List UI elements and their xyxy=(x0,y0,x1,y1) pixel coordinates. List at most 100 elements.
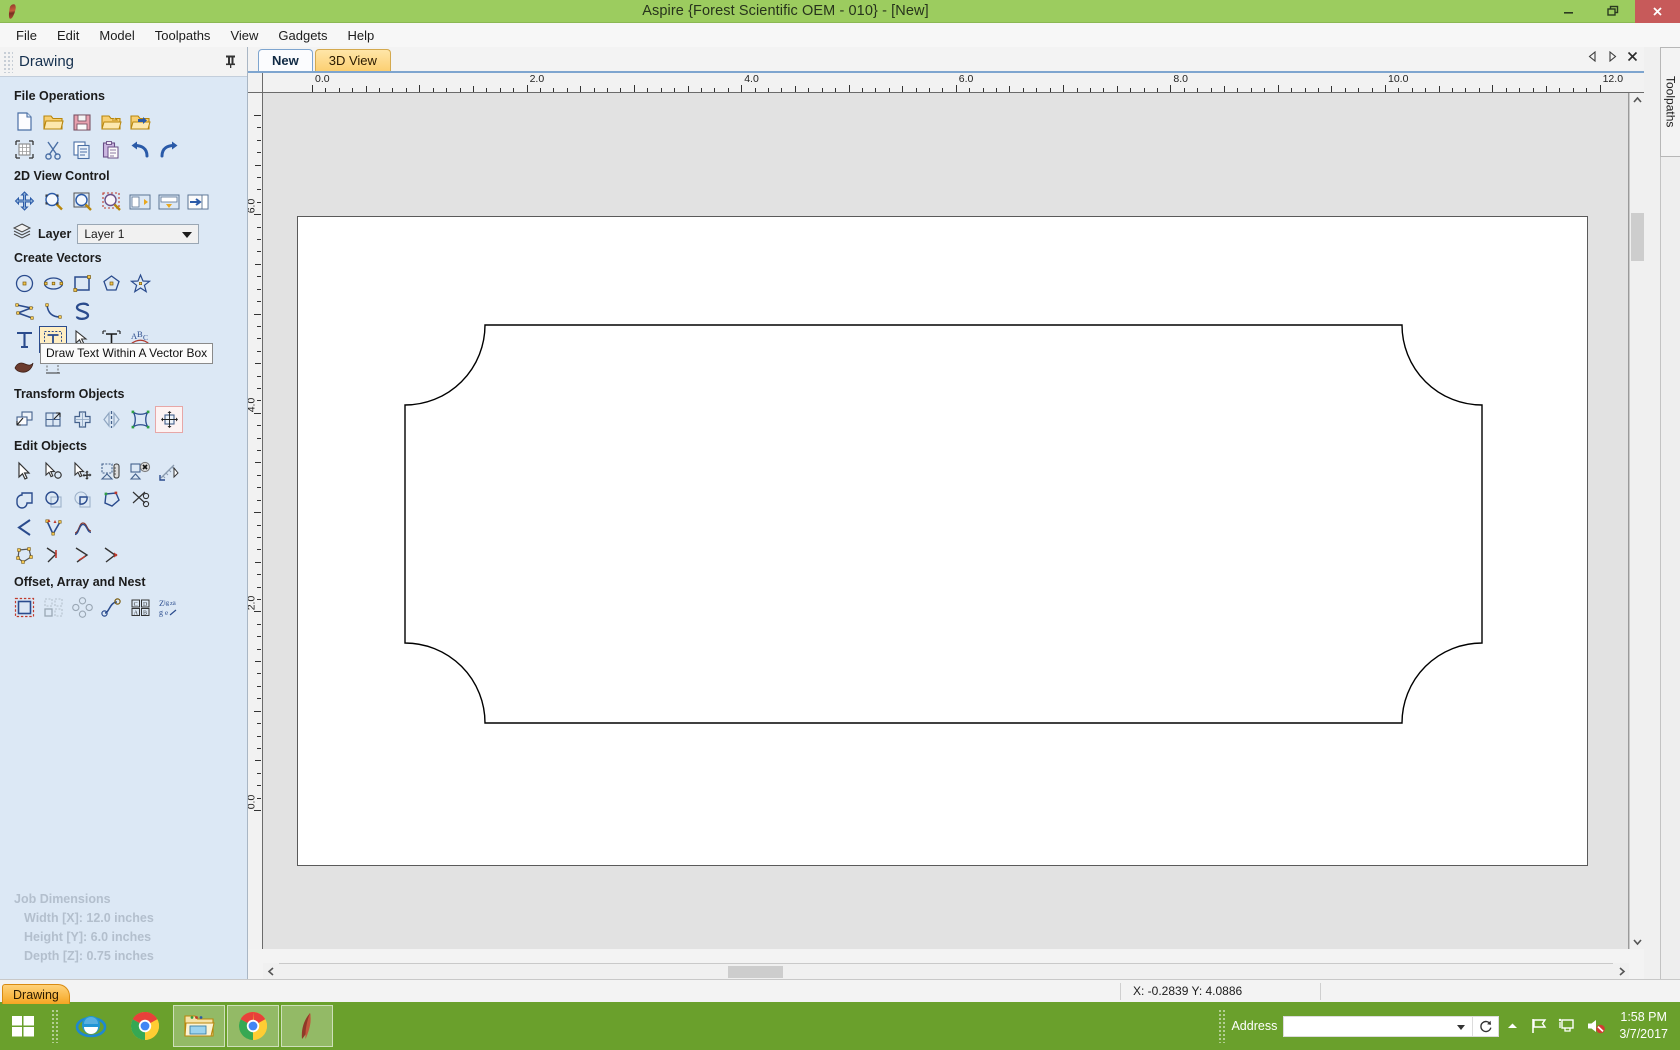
job-setup-icon[interactable] xyxy=(10,136,38,163)
scroll-down-icon[interactable] xyxy=(1630,934,1645,949)
layer-select[interactable]: Layer 1 xyxy=(77,223,200,244)
chrome-icon[interactable] xyxy=(119,1005,171,1047)
draw-curve-icon[interactable] xyxy=(39,298,67,325)
weld-icon[interactable] xyxy=(10,486,38,513)
rotate-objects-icon[interactable] xyxy=(68,406,96,433)
toggle-bottom-panel-icon[interactable] xyxy=(155,188,183,215)
toggle-right-panel-icon[interactable] xyxy=(184,188,212,215)
distort-objects-icon[interactable] xyxy=(126,406,154,433)
fillet-corner-icon[interactable] xyxy=(10,514,38,541)
view-tab-3d-view[interactable]: 3D View xyxy=(314,49,391,71)
menu-item-gadgets[interactable]: Gadgets xyxy=(268,25,337,46)
address-input[interactable] xyxy=(1283,1015,1474,1037)
draw-rectangle-icon[interactable] xyxy=(68,270,96,297)
dock-tab-drawing[interactable]: Drawing xyxy=(2,984,70,1004)
draw-ellipse-icon[interactable] xyxy=(39,270,67,297)
aspire-window-icon[interactable] xyxy=(281,1005,333,1047)
mirror-objects-icon[interactable] xyxy=(97,406,125,433)
move-objects-icon[interactable] xyxy=(10,406,38,433)
menu-item-file[interactable]: File xyxy=(6,25,47,46)
close-vector-icon[interactable] xyxy=(10,542,38,569)
align-objects-icon[interactable] xyxy=(155,406,183,433)
material-sheet[interactable] xyxy=(297,216,1588,866)
draw-circle-icon[interactable] xyxy=(10,270,38,297)
move-node-icon[interactable] xyxy=(68,458,96,485)
zoom-interactive-icon[interactable] xyxy=(39,188,67,215)
draw-star-icon[interactable] xyxy=(126,270,154,297)
trim-vectors-icon[interactable] xyxy=(126,486,154,513)
pan-icon[interactable] xyxy=(10,188,38,215)
copy-icon[interactable] xyxy=(68,136,96,163)
nav-prev-icon[interactable] xyxy=(1587,50,1598,65)
drag-grip-icon[interactable] xyxy=(3,50,13,73)
internet-explorer-icon[interactable] xyxy=(65,1005,117,1047)
intersect-icon[interactable] xyxy=(68,486,96,513)
insert-node-icon[interactable] xyxy=(39,514,67,541)
node-tools-icon[interactable] xyxy=(97,542,125,569)
open-recent-icon[interactable] xyxy=(97,108,125,135)
measure-icon[interactable] xyxy=(97,458,125,485)
cut-icon[interactable] xyxy=(39,136,67,163)
tray-grip-icon[interactable] xyxy=(1218,1009,1227,1043)
flag-icon[interactable] xyxy=(1525,1017,1553,1035)
new-file-icon[interactable] xyxy=(10,108,38,135)
taskbar-grip-icon[interactable] xyxy=(51,1009,59,1043)
chevron-up-icon[interactable] xyxy=(1499,1022,1525,1030)
delete-selection-icon[interactable] xyxy=(126,458,154,485)
scroll-right-icon[interactable] xyxy=(1613,963,1629,979)
horizontal-scrollbar[interactable] xyxy=(263,963,1629,979)
block-copy-icon[interactable] xyxy=(39,594,67,621)
subtract-icon[interactable] xyxy=(39,486,67,513)
close-tab-icon[interactable] xyxy=(1627,51,1638,65)
paste-icon[interactable] xyxy=(97,136,125,163)
offset-vectors-icon[interactable] xyxy=(10,594,38,621)
restore-button[interactable] xyxy=(1590,0,1635,23)
zoom-extents-icon[interactable] xyxy=(68,188,96,215)
scroll-up-icon[interactable] xyxy=(1630,93,1645,108)
refresh-icon[interactable] xyxy=(1473,1015,1500,1037)
network-icon[interactable] xyxy=(1553,1017,1581,1035)
toolpaths-panel-tab[interactable]: Toolpaths xyxy=(1660,47,1680,157)
node-edit-icon[interactable] xyxy=(39,458,67,485)
horizontal-scroll-thumb[interactable] xyxy=(728,966,783,978)
start-point-icon[interactable] xyxy=(39,542,67,569)
smooth-node-icon[interactable] xyxy=(68,514,96,541)
scale-objects-icon[interactable] xyxy=(39,406,67,433)
circular-copy-icon[interactable] xyxy=(68,594,96,621)
menu-item-model[interactable]: Model xyxy=(89,25,144,46)
vertical-scroll-thumb[interactable] xyxy=(1631,213,1644,261)
view-tab-new[interactable]: New xyxy=(258,49,313,71)
import-vectors-icon[interactable] xyxy=(126,108,154,135)
vertical-scrollbar[interactable] xyxy=(1629,93,1645,949)
menu-item-help[interactable]: Help xyxy=(338,25,385,46)
zoom-selection-icon[interactable] xyxy=(97,188,125,215)
close-button[interactable] xyxy=(1635,0,1680,23)
save-file-icon[interactable] xyxy=(68,108,96,135)
open-file-icon[interactable] xyxy=(39,108,67,135)
ruler-icon[interactable] xyxy=(155,458,183,485)
copy-along-curve-icon[interactable] xyxy=(97,594,125,621)
scroll-left-icon[interactable] xyxy=(263,963,279,979)
draw-serpentine-icon[interactable] xyxy=(68,298,96,325)
chrome-window-icon[interactable] xyxy=(227,1005,279,1047)
minimize-button[interactable] xyxy=(1545,0,1590,23)
menu-item-edit[interactable]: Edit xyxy=(47,25,89,46)
file-explorer-icon[interactable] xyxy=(173,1005,225,1047)
undo-icon[interactable] xyxy=(126,136,154,163)
draw-text-icon[interactable] xyxy=(10,326,38,353)
reverse-direction-icon[interactable] xyxy=(68,542,96,569)
menu-item-view[interactable]: View xyxy=(220,25,268,46)
drawing-canvas[interactable] xyxy=(263,93,1629,949)
volume-muted-icon[interactable] xyxy=(1581,1017,1611,1035)
windows-start-icon[interactable] xyxy=(0,1002,46,1050)
plaque-vector[interactable] xyxy=(298,217,1589,867)
plate-layout-icon[interactable]: CDAB xyxy=(126,594,154,621)
join-vectors-icon[interactable] xyxy=(97,486,125,513)
draw-polygon-icon[interactable] xyxy=(97,270,125,297)
redo-icon[interactable] xyxy=(155,136,183,163)
nesting-icon[interactable]: Zig zä g e xyxy=(155,594,183,621)
toggle-left-panel-icon[interactable] xyxy=(126,188,154,215)
trace-bitmap-icon[interactable] xyxy=(10,354,38,381)
taskbar-clock[interactable]: 1:58 PM 3/7/2017 xyxy=(1619,1009,1668,1043)
select-icon[interactable] xyxy=(10,458,38,485)
